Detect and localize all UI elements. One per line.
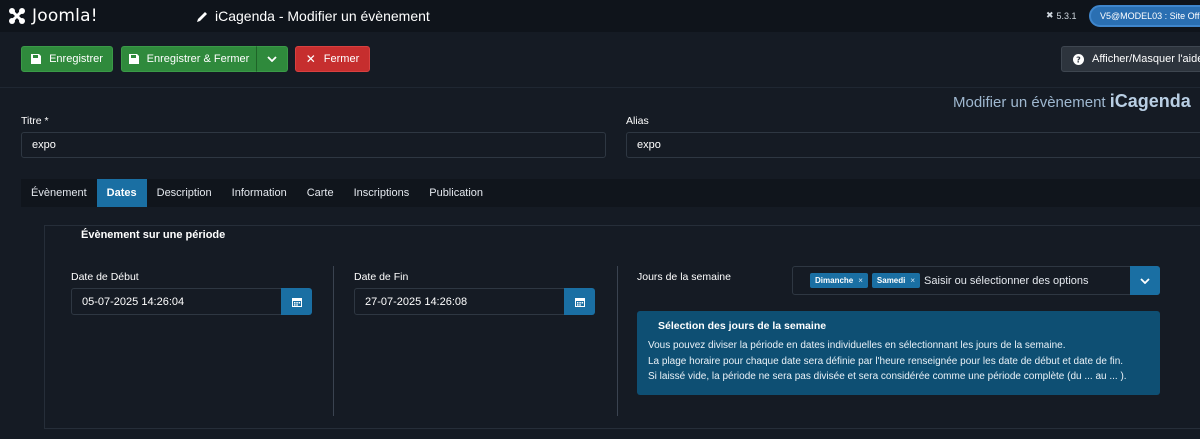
site-link-button[interactable]: V5@MODEL03 : Site Officiel <box>1089 5 1200 27</box>
joomla-logo[interactable]: Joomla! <box>7 6 98 26</box>
info-line: Vous pouvez diviser la période en dates … <box>648 340 1066 351</box>
close-button[interactable]: ✕ Fermer <box>295 46 370 72</box>
column-divider <box>617 266 618 416</box>
info-title: Sélection des jours de la semaine <box>658 320 827 332</box>
start-date-input[interactable]: 05-07-2025 14:26:04 <box>71 288 282 315</box>
period-legend: Évènement sur une période <box>81 229 226 241</box>
chevron-down-icon <box>267 56 277 62</box>
close-label: Fermer <box>323 53 360 65</box>
remove-chip-icon[interactable]: × <box>910 276 915 285</box>
remove-chip-icon[interactable]: × <box>858 276 863 285</box>
save-close-label: Enregistrer & Fermer <box>146 53 250 65</box>
alias-input[interactable]: expo <box>626 132 1200 158</box>
end-date-label: Date de Fin <box>354 271 409 283</box>
chevron-down-icon <box>1140 277 1150 284</box>
module-title-prefix: Modifier un évènement <box>953 94 1106 111</box>
tab-information[interactable]: Information <box>222 179 297 207</box>
tab-evenement[interactable]: Évènement <box>21 179 97 207</box>
start-date-value: 05-07-2025 14:26:04 <box>82 295 185 308</box>
save-button[interactable]: Enregistrer <box>21 46 113 72</box>
top-header: Joomla! iCagenda - Modifier un évènement… <box>0 0 1200 32</box>
weekdays-search-input[interactable]: Saisir ou sélectionner des options <box>924 275 1088 287</box>
calendar-icon <box>574 297 585 307</box>
module-title: Modifier un évènement iCagenda <box>953 91 1191 112</box>
end-date-calendar-button[interactable] <box>564 288 595 315</box>
joomla-mini-icon: ✖ <box>1046 10 1054 20</box>
weekdays-info-box: Sélection des jours de la semaine Vous p… <box>637 311 1160 395</box>
title-value: expo <box>32 139 56 151</box>
title-input[interactable]: expo <box>21 132 606 158</box>
pencil-icon <box>197 11 207 22</box>
title-label: Titre * <box>21 115 49 127</box>
question-icon: ? <box>1073 53 1084 65</box>
weekdays-dropdown-toggle[interactable] <box>1130 266 1160 295</box>
start-date-label: Date de Début <box>71 271 139 283</box>
tab-bar: Évènement Dates Description Information … <box>21 179 1200 207</box>
brand-name: Joomla! <box>32 6 98 26</box>
page-title: iCagenda - Modifier un évènement <box>196 8 430 24</box>
tab-publication[interactable]: Publication <box>419 179 493 207</box>
info-line: Si laissé vide, la période ne sera pas d… <box>648 371 1127 382</box>
tab-description[interactable]: Description <box>147 179 222 207</box>
end-date-input[interactable]: 27-07-2025 14:26:08 <box>354 288 565 315</box>
help-label: Afficher/Masquer l'aide <box>1092 53 1200 65</box>
weekday-chip[interactable]: Samedi × <box>871 273 921 288</box>
weekday-chip[interactable]: Dimanche × <box>810 273 868 288</box>
joomla-version: ✖ 5.3.1 <box>1046 10 1077 21</box>
close-icon: ✕ <box>305 52 316 66</box>
tab-dates[interactable]: Dates <box>96 179 147 207</box>
weekdays-multiselect[interactable]: Dimanche × Samedi × Saisir ou sélectionn… <box>792 266 1160 295</box>
action-toolbar: Enregistrer Enregistrer & Fermer ✕ Ferme… <box>0 32 1200 88</box>
save-close-button[interactable]: Enregistrer & Fermer <box>121 46 257 72</box>
page-title-text: iCagenda - Modifier un évènement <box>215 8 430 24</box>
tab-carte[interactable]: Carte <box>297 179 344 207</box>
floppy-icon <box>128 54 139 64</box>
weekday-chip-label: Dimanche <box>815 276 854 285</box>
alias-label: Alias <box>626 115 649 127</box>
calendar-icon <box>291 297 302 307</box>
column-divider <box>333 266 334 416</box>
module-title-brand: iCagenda <box>1109 91 1191 111</box>
help-toggle-button[interactable]: ? Afficher/Masquer l'aide <box>1061 46 1200 72</box>
floppy-icon <box>31 54 42 64</box>
end-date-value: 27-07-2025 14:26:08 <box>365 295 468 308</box>
joomla-icon <box>9 8 25 24</box>
weekdays-label: Jours de la semaine <box>637 271 731 283</box>
alias-value: expo <box>637 139 661 151</box>
site-label: V5@MODEL03 : Site Officiel <box>1100 11 1200 21</box>
weekday-chip-label: Samedi <box>876 276 906 285</box>
tab-inscriptions[interactable]: Inscriptions <box>344 179 420 207</box>
start-date-calendar-button[interactable] <box>281 288 312 315</box>
svg-text:?: ? <box>1076 55 1081 64</box>
save-label: Enregistrer <box>49 53 103 65</box>
info-line: La plage horaire pour chaque date sera d… <box>648 355 1124 367</box>
version-text: 5.3.1 <box>1056 10 1077 21</box>
save-options-dropdown[interactable] <box>256 46 288 72</box>
